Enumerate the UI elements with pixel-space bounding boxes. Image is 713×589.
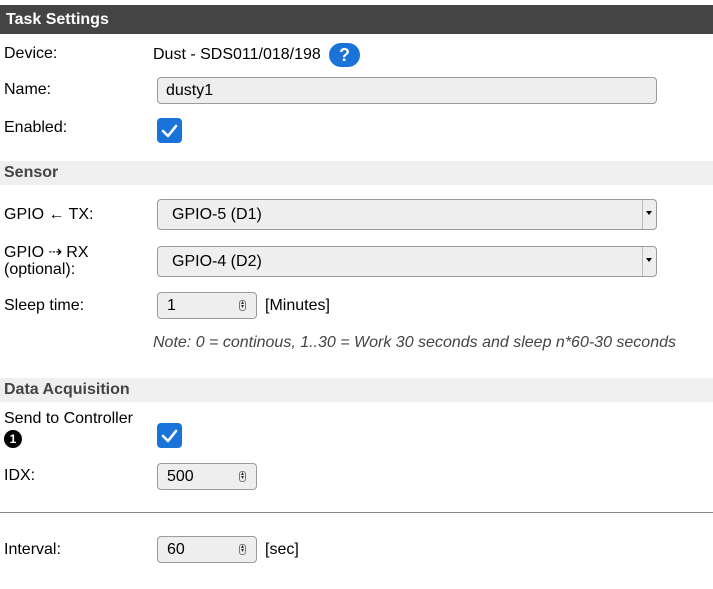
spinner-icon[interactable]: ▴ ▾ <box>239 544 246 555</box>
task-settings-header: Task Settings <box>0 5 713 34</box>
gpio-rx-label: GPIO ⇢ RX (optional): <box>4 244 89 278</box>
idx-label: IDX: <box>4 467 36 484</box>
interval-label: Interval: <box>4 541 61 558</box>
sleep-time-value: 1 <box>167 297 176 314</box>
sleep-note: Note: 0 = continous, 1..30 = Work 30 sec… <box>153 334 676 351</box>
device-value: Dust - SDS011/018/198 <box>153 46 321 63</box>
interval-input[interactable]: 60 ▴ ▾ <box>157 536 257 563</box>
send-to-controller-checkbox[interactable] <box>157 423 182 448</box>
help-icon[interactable]: ? <box>329 43 360 67</box>
interval-value: 60 <box>167 541 185 558</box>
section-divider <box>0 512 713 513</box>
send-to-controller-label: Send to Controller <box>4 410 133 427</box>
sleep-time-input[interactable]: 1 ▴ ▾ <box>157 292 257 319</box>
idx-input[interactable]: 500 ▴ ▾ <box>157 463 257 490</box>
gpio-rx-label-line1: GPIO ⇢ RX <box>4 244 89 261</box>
gpio-rx-label-line2: (optional): <box>4 261 76 278</box>
dropdown-arrow-icon <box>642 200 656 229</box>
spinner-icon[interactable]: ▴ ▾ <box>239 300 246 311</box>
gpio-rx-select[interactable]: GPIO-4 (D2) <box>157 246 657 277</box>
dropdown-arrow-icon <box>642 247 656 276</box>
checkmark-icon <box>161 429 178 443</box>
gpio-rx-value: GPIO-4 (D2) <box>172 253 262 270</box>
controller-number-badge: 1 <box>4 430 22 448</box>
data-acquisition-header: Data Acquisition <box>0 378 713 402</box>
enabled-label: Enabled: <box>4 119 68 136</box>
gpio-tx-select[interactable]: GPIO-5 (D1) <box>157 199 657 230</box>
device-label: Device: <box>4 45 58 62</box>
idx-value: 500 <box>167 468 194 485</box>
gpio-tx-value: GPIO-5 (D1) <box>172 206 262 223</box>
checkmark-icon <box>161 124 178 138</box>
interval-unit: [sec] <box>265 541 299 558</box>
sleep-time-label: Sleep time: <box>4 297 85 314</box>
sleep-time-unit: [Minutes] <box>265 297 330 314</box>
sensor-header: Sensor <box>0 161 713 185</box>
spinner-icon[interactable]: ▴ ▾ <box>239 471 246 482</box>
enabled-checkbox[interactable] <box>157 118 182 143</box>
name-input[interactable] <box>157 77 657 104</box>
gpio-tx-label: GPIO ← TX: <box>4 206 94 223</box>
name-label: Name: <box>4 81 52 98</box>
